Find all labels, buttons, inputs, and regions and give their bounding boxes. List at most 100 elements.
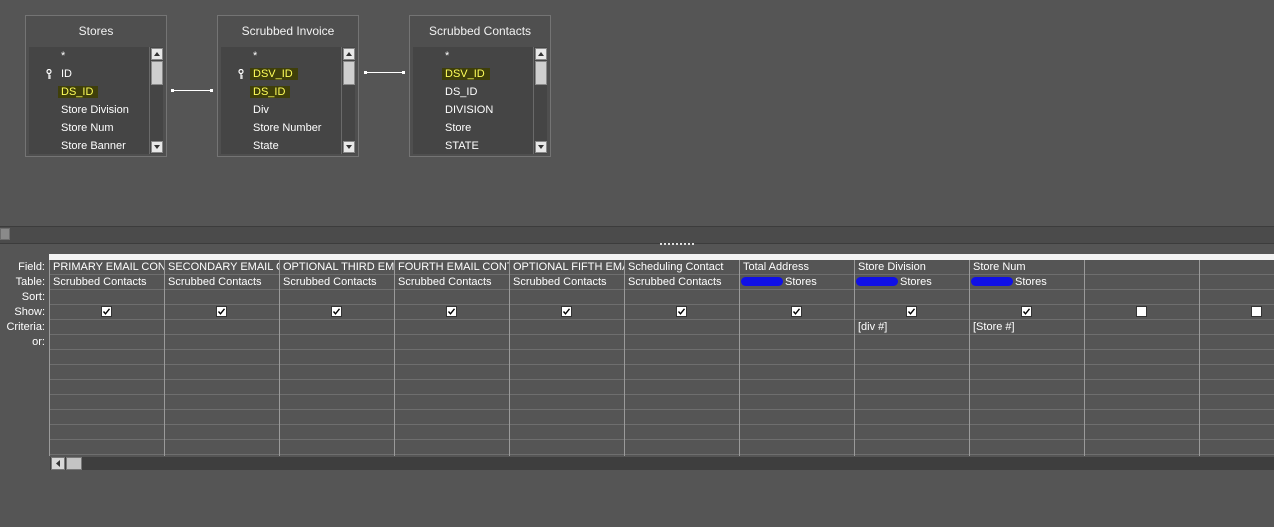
cell-extra-or[interactable]: [740, 440, 854, 455]
cell-extra-or[interactable]: [280, 365, 394, 380]
cell-extra-or[interactable]: [165, 365, 279, 380]
cell-sort[interactable]: [1085, 290, 1199, 305]
cell-criteria[interactable]: [Store #]: [970, 320, 1084, 335]
cell-extra-or[interactable]: [50, 410, 164, 425]
cell-extra-or[interactable]: [510, 425, 624, 440]
cell-or[interactable]: [165, 335, 279, 350]
field-item[interactable]: ID: [29, 65, 151, 83]
field-item[interactable]: *: [29, 47, 151, 65]
cell-extra-or[interactable]: [970, 380, 1084, 395]
scroll-up-button[interactable]: [535, 48, 547, 60]
cell-show[interactable]: [740, 305, 854, 320]
cell-show[interactable]: [165, 305, 279, 320]
cell-extra-or[interactable]: [855, 440, 969, 455]
cell-field[interactable]: Store Division: [855, 260, 969, 275]
cell-show[interactable]: [1085, 305, 1199, 320]
field-item[interactable]: Store Number: [221, 119, 343, 137]
cell-extra-or[interactable]: [165, 410, 279, 425]
field-item[interactable]: DIVISION: [413, 101, 535, 119]
cell-or[interactable]: [1085, 335, 1199, 350]
join-line[interactable]: [364, 72, 405, 73]
cell-show[interactable]: [1200, 305, 1274, 320]
show-checkbox[interactable]: [676, 306, 687, 317]
cell-extra-or[interactable]: [165, 395, 279, 410]
cell-extra-or[interactable]: [510, 380, 624, 395]
cell-extra-or[interactable]: [280, 350, 394, 365]
cell-criteria[interactable]: [510, 320, 624, 335]
cell-extra-or[interactable]: [740, 410, 854, 425]
scroll-left-button[interactable]: [51, 457, 65, 470]
cell-criteria[interactable]: [50, 320, 164, 335]
cell-or[interactable]: [625, 335, 739, 350]
scroll-thumb[interactable]: [343, 61, 355, 85]
cell-table[interactable]: [1085, 275, 1199, 290]
table-title[interactable]: Stores: [26, 16, 166, 46]
cell-extra-or[interactable]: [740, 425, 854, 440]
cell-extra-or[interactable]: [1200, 425, 1274, 440]
cell-table[interactable]: Scrubbed Contacts: [625, 275, 739, 290]
cell-extra-or[interactable]: [50, 425, 164, 440]
cell-extra-or[interactable]: [1085, 425, 1199, 440]
cell-sort[interactable]: [625, 290, 739, 305]
cell-criteria[interactable]: [1200, 320, 1274, 335]
cell-extra-or[interactable]: [1085, 365, 1199, 380]
cell-extra-or[interactable]: [395, 410, 509, 425]
cell-extra-or[interactable]: [740, 350, 854, 365]
cell-extra-or[interactable]: [625, 425, 739, 440]
cell-field[interactable]: OPTIONAL THIRD EMAIL: [280, 260, 394, 275]
cell-extra-or[interactable]: [970, 365, 1084, 380]
cell-extra-or[interactable]: [50, 380, 164, 395]
cell-extra-or[interactable]: [1200, 380, 1274, 395]
cell-extra-or[interactable]: [280, 410, 394, 425]
scroll-down-button[interactable]: [151, 141, 163, 153]
field-list[interactable]: * DSV_ID DS_ID Div Store Number State: [221, 47, 343, 154]
show-checkbox[interactable]: [331, 306, 342, 317]
cell-extra-or[interactable]: [395, 425, 509, 440]
cell-criteria[interactable]: [165, 320, 279, 335]
cell-sort[interactable]: [50, 290, 164, 305]
field-item[interactable]: DS_ID: [29, 83, 151, 101]
show-checkbox[interactable]: [1136, 306, 1147, 317]
cell-extra-or[interactable]: [855, 395, 969, 410]
cell-extra-or[interactable]: [1200, 350, 1274, 365]
cell-extra-or[interactable]: [280, 425, 394, 440]
cell-field[interactable]: FOURTH EMAIL CONTACT: [395, 260, 509, 275]
cell-field[interactable]: [1200, 260, 1274, 275]
cell-criteria[interactable]: [280, 320, 394, 335]
pane-splitter[interactable]: [0, 226, 1274, 244]
cell-extra-or[interactable]: [970, 425, 1084, 440]
scroll-down-button[interactable]: [343, 141, 355, 153]
cell-table[interactable]: Scrubbed Contacts: [395, 275, 509, 290]
field-item[interactable]: DS_ID: [413, 83, 535, 101]
cell-extra-or[interactable]: [1085, 440, 1199, 455]
cell-sort[interactable]: [1200, 290, 1274, 305]
cell-extra-or[interactable]: [50, 365, 164, 380]
cell-sort[interactable]: [740, 290, 854, 305]
cell-extra-or[interactable]: [165, 350, 279, 365]
field-item[interactable]: STATE: [413, 137, 535, 154]
cell-sort[interactable]: [165, 290, 279, 305]
cell-extra-or[interactable]: [625, 365, 739, 380]
table-title[interactable]: Scrubbed Contacts: [410, 16, 550, 46]
field-item[interactable]: State: [221, 137, 343, 154]
cell-extra-or[interactable]: [510, 365, 624, 380]
grid-horizontal-scrollbar[interactable]: [50, 457, 1274, 470]
cell-extra-or[interactable]: [50, 350, 164, 365]
cell-extra-or[interactable]: [740, 395, 854, 410]
cell-show[interactable]: [970, 305, 1084, 320]
scroll-up-button[interactable]: [151, 48, 163, 60]
field-item[interactable]: Store: [413, 119, 535, 137]
table-box-stores[interactable]: Stores * ID DS_ID Store Division Store N…: [25, 15, 167, 157]
scroll-thumb[interactable]: [151, 61, 163, 85]
cell-extra-or[interactable]: [50, 395, 164, 410]
cell-sort[interactable]: [395, 290, 509, 305]
cell-or[interactable]: [855, 335, 969, 350]
cell-extra-or[interactable]: [855, 410, 969, 425]
cell-show[interactable]: [280, 305, 394, 320]
cell-or[interactable]: [395, 335, 509, 350]
cell-extra-or[interactable]: [165, 440, 279, 455]
cell-criteria[interactable]: [1085, 320, 1199, 335]
cell-criteria[interactable]: [395, 320, 509, 335]
cell-extra-or[interactable]: [740, 380, 854, 395]
cell-or[interactable]: [1200, 335, 1274, 350]
